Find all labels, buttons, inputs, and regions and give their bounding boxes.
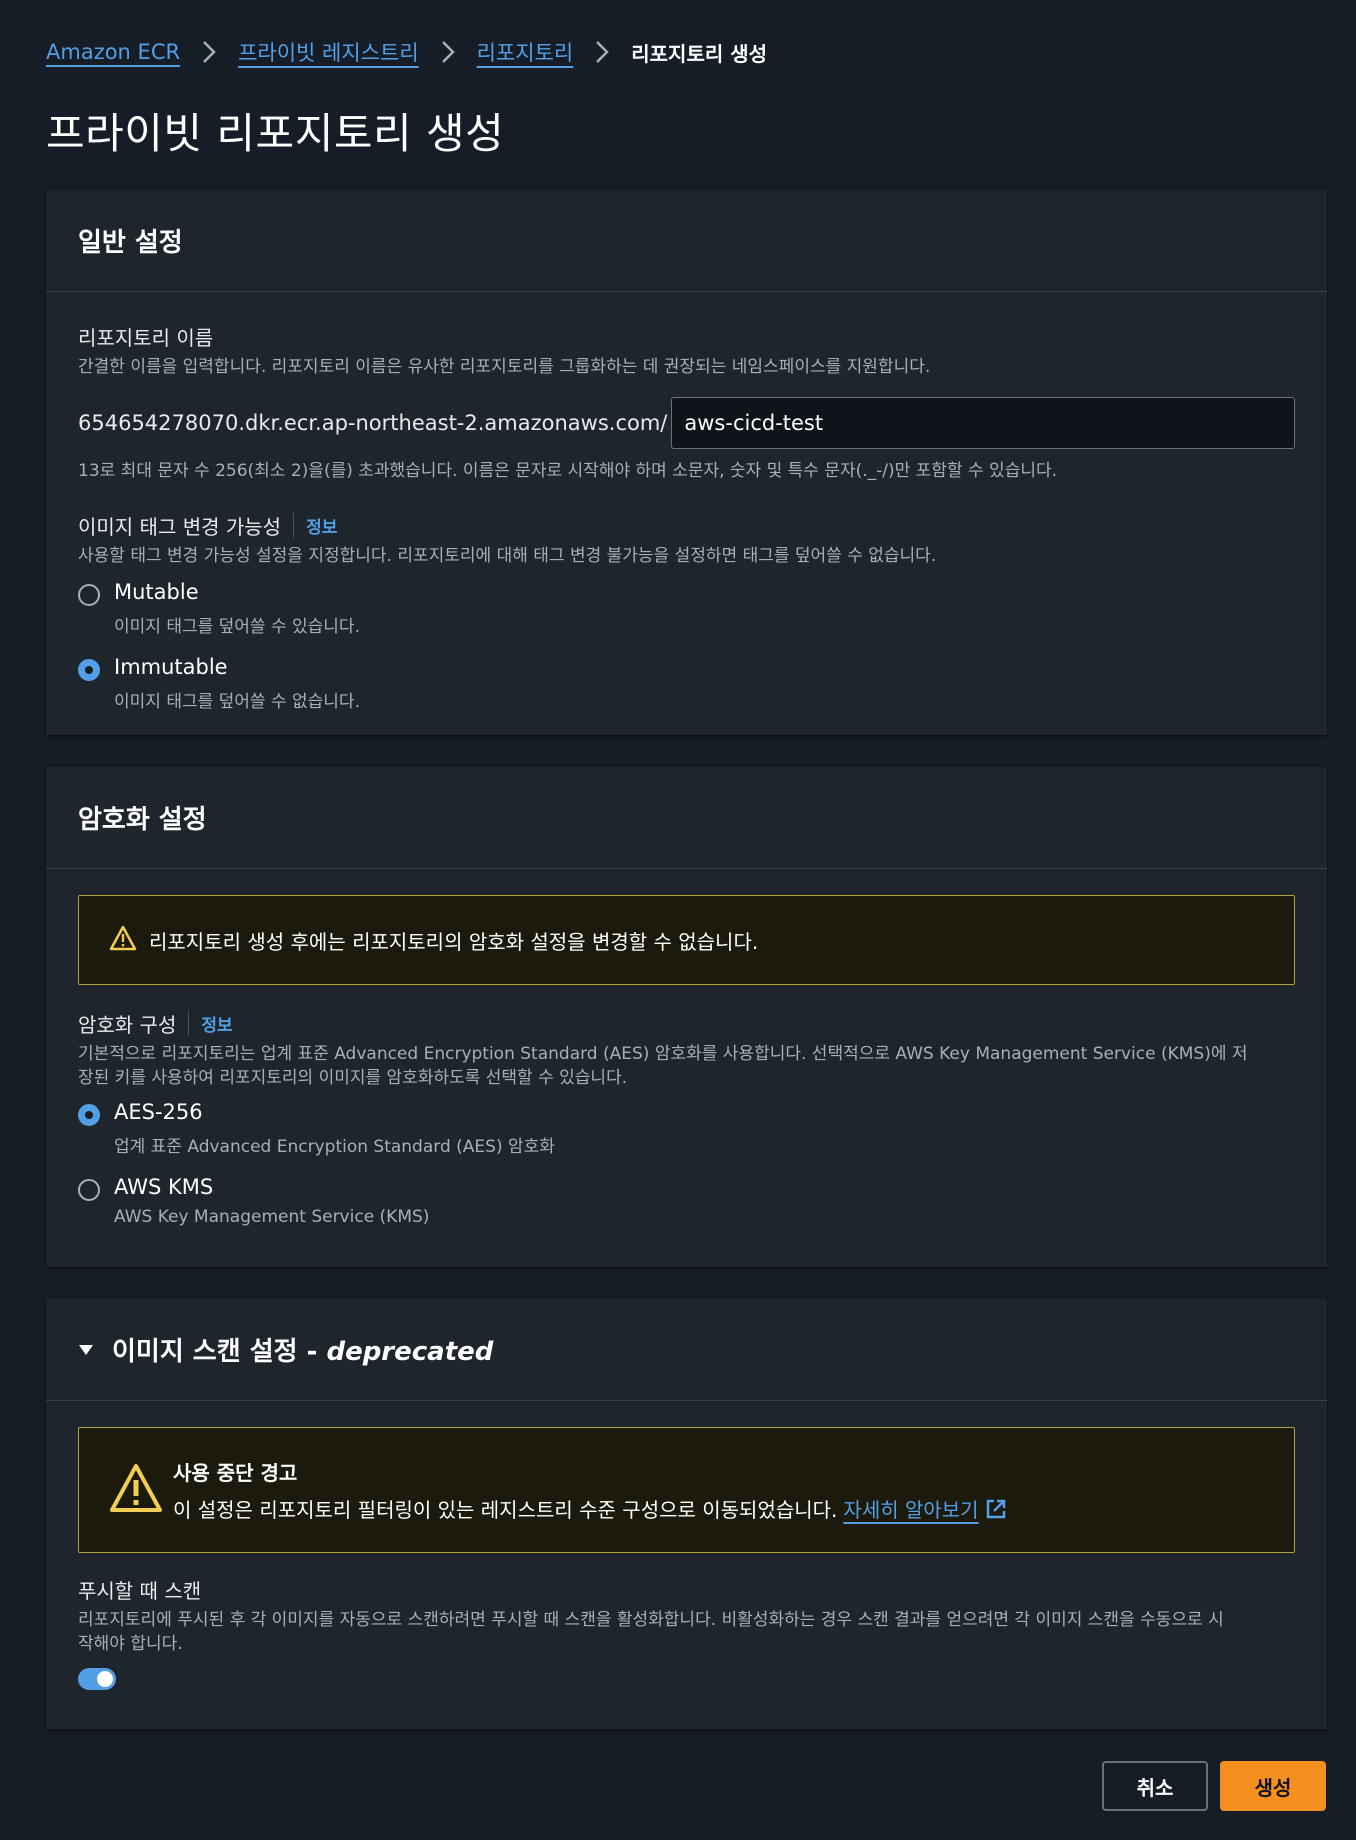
tag-mutability-label-row: 이미지 태그 변경 가능성 정보 (78, 511, 1295, 540)
create-button[interactable]: 생성 (1220, 1761, 1326, 1811)
breadcrumb-current: 리포지토리 생성 (631, 41, 768, 66)
encryption-settings-title: 암호화 설정 (78, 805, 207, 835)
repo-name-hint: 13로 최대 문자 수 256(최소 2)을(를) 초과했습니다. 이름은 문자… (78, 461, 1058, 481)
warning-icon (109, 925, 137, 955)
learn-more-link[interactable]: 자세히 알아보기 (843, 1494, 978, 1523)
cancel-button[interactable]: 취소 (1102, 1761, 1208, 1811)
radio-button[interactable] (78, 1179, 100, 1201)
chevron-right-icon (194, 36, 224, 68)
radio-mutable[interactable]: Mutable 이미지 태그를 덮어쓸 수 있습니다. (78, 580, 1295, 637)
image-scan-title-main: 이미지 스캔 설정 - (112, 1337, 327, 1367)
radio-button-selected[interactable] (78, 1104, 100, 1126)
encryption-config-label: 암호화 구성 (78, 1013, 177, 1037)
radio-aes256-description: 업계 표준 Advanced Encryption Standard (AES)… (114, 1137, 555, 1157)
encryption-warning-alert: 리포지토리 생성 후에는 리포지토리의 암호화 설정을 변경할 수 없습니다. (78, 895, 1295, 985)
breadcrumb-repositories[interactable]: 리포지토리 (477, 37, 574, 67)
repo-name-description: 간결한 이름을 입력합니다. 리포지토리 이름은 유사한 리포지토리를 그룹화하… (78, 357, 931, 377)
page-title: 프라이빗 리포지토리 생성 (46, 109, 505, 158)
repo-name-row: 654654278070.dkr.ecr.ap-northeast-2.amaz… (78, 397, 1295, 449)
radio-mutable-description: 이미지 태그를 덮어쓸 수 있습니다. (114, 617, 360, 637)
scan-on-push-description-line: 리포지토리에 푸시된 후 각 이미지를 자동으로 스캔하려면 푸시할 때 스캔을… (78, 1610, 1224, 1630)
radio-mutable-label: Mutable (114, 580, 199, 604)
radio-aws-kms[interactable]: AWS KMS AWS Key Management Service (KMS) (78, 1175, 1295, 1227)
chevron-right-icon (433, 36, 463, 68)
radio-aws-kms-description: AWS Key Management Service (KMS) (114, 1207, 430, 1227)
breadcrumb: Amazon ECR 프라이빗 레지스트리 리포지토리 리포지토리 생성 (46, 36, 767, 68)
tag-mutability-info-link[interactable]: 정보 (293, 513, 337, 538)
breadcrumb-private-registry[interactable]: 프라이빗 레지스트리 (238, 37, 419, 67)
general-settings-panel: 일반 설정 리포지토리 이름 간결한 이름을 입력합니다. 리포지토리 이름은 … (46, 190, 1327, 735)
page: Amazon ECR 프라이빗 레지스트리 리포지토리 리포지토리 생성 프라이… (0, 0, 1356, 1840)
repo-uri-prefix: 654654278070.dkr.ecr.ap-northeast-2.amaz… (78, 411, 668, 435)
general-settings-header: 일반 설정 (46, 190, 1327, 292)
image-scan-header[interactable]: 이미지 스캔 설정 - deprecated (46, 1299, 1327, 1401)
deprecation-warning-text: 이 설정은 리포지토리 필터링이 있는 레지스트리 수준 구성으로 이동되었습니… (173, 1498, 838, 1522)
radio-button-selected[interactable] (78, 659, 100, 681)
radio-immutable[interactable]: Immutable 이미지 태그를 덮어쓸 수 없습니다. (78, 655, 1295, 712)
radio-immutable-description: 이미지 태그를 덮어쓸 수 없습니다. (114, 692, 360, 712)
encryption-settings-panel: 암호화 설정 리포지토리 생성 후에는 리포지토리의 암호화 설정을 변경할 수… (46, 767, 1327, 1267)
encryption-config-info-link[interactable]: 정보 (188, 1011, 233, 1036)
breadcrumb-amazon-ecr[interactable]: Amazon ECR (46, 40, 180, 64)
tag-mutability-label: 이미지 태그 변경 가능성 (78, 515, 282, 539)
encryption-settings-header: 암호화 설정 (46, 767, 1327, 869)
radio-aes256[interactable]: AES-256 업계 표준 Advanced Encryption Standa… (78, 1100, 1295, 1157)
radio-aes256-label: AES-256 (114, 1100, 203, 1124)
scan-on-push-label: 푸시할 때 스캔 (78, 1579, 202, 1603)
radio-immutable-label: Immutable (114, 655, 228, 679)
general-settings-title: 일반 설정 (78, 228, 183, 258)
image-scan-title: 이미지 스캔 설정 - deprecated (112, 1331, 493, 1368)
chevron-right-icon (587, 36, 617, 68)
encryption-config-label-row: 암호화 구성 정보 (78, 1009, 1295, 1038)
image-scan-title-deprecated: deprecated (326, 1337, 494, 1367)
deprecation-warning-alert: 사용 중단 경고 이 설정은 리포지토리 필터링이 있는 레지스트리 수준 구성… (78, 1427, 1295, 1553)
radio-button[interactable] (78, 584, 100, 606)
encryption-warning-text: 리포지토리 생성 후에는 리포지토리의 암호화 설정을 변경할 수 없습니다. (149, 929, 759, 954)
encryption-config-description: 기본적으로 리포지토리는 업계 표준 Advanced Encryption S… (78, 1042, 1295, 1090)
external-link-icon[interactable] (985, 1498, 1007, 1520)
scan-on-push-description-line: 작해야 합니다. (78, 1634, 183, 1654)
repo-name-label: 리포지토리 이름 (78, 326, 214, 350)
deprecation-warning-title: 사용 중단 경고 (173, 1461, 298, 1485)
deprecation-warning-body: 이 설정은 리포지토리 필터링이 있는 레지스트리 수준 구성으로 이동되었습니… (173, 1494, 1007, 1523)
scan-on-push-toggle[interactable] (78, 1668, 116, 1690)
repo-name-input[interactable] (671, 397, 1295, 449)
scan-on-push-description: 리포지토리에 푸시된 후 각 이미지를 자동으로 스캔하려면 푸시할 때 스캔을… (78, 1608, 1295, 1656)
image-scan-panel: 이미지 스캔 설정 - deprecated 사용 중단 경고 이 설정은 리포… (46, 1299, 1327, 1729)
encryption-config-description-line: 장된 키를 사용하여 리포지토리의 이미지를 암호화하도록 선택할 수 있습니다… (78, 1068, 628, 1088)
radio-aws-kms-label: AWS KMS (114, 1175, 214, 1199)
warning-icon (109, 1463, 163, 1517)
tag-mutability-description: 사용할 태그 변경 가능성 설정을 지정합니다. 리포지토리에 대해 태그 변경… (78, 546, 937, 566)
caret-down-icon[interactable] (78, 1344, 94, 1356)
encryption-config-description-line: 기본적으로 리포지토리는 업계 표준 Advanced Encryption S… (78, 1044, 1248, 1064)
